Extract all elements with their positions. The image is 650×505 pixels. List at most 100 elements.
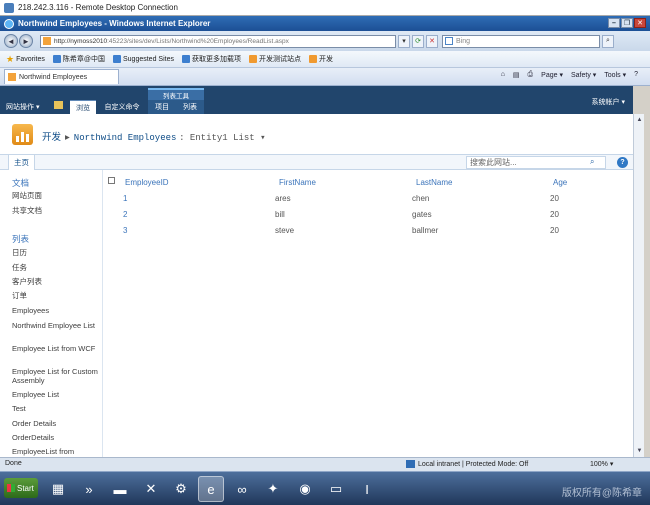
address-input[interactable]: http://nymoss2010:45223/sites/dev/Lists/… <box>40 34 396 48</box>
settings-icon[interactable]: ⚙ <box>168 476 194 502</box>
ql-item[interactable]: Employees <box>12 306 100 316</box>
close-button[interactable]: ✕ <box>634 18 646 28</box>
tab-items[interactable]: 项目 <box>150 100 174 114</box>
ql-item[interactable]: EmployeeList from <box>12 447 100 457</box>
stop-icon[interactable]: ✕ <box>426 34 438 48</box>
table-cell: ballmer <box>412 226 439 235</box>
column-header-age[interactable]: Age <box>553 178 567 187</box>
bing-icon <box>445 37 453 45</box>
ql-item[interactable]: 客户列表 <box>12 277 100 287</box>
visual-studio-icon[interactable]: ∞ <box>229 476 255 502</box>
ql-item[interactable]: Employee List for Custom Assembly <box>12 367 100 385</box>
forward-button[interactable]: ► <box>19 34 33 48</box>
page-favicon-icon <box>43 37 51 45</box>
breadcrumb-list[interactable]: Northwind Employees <box>74 133 177 143</box>
infopath-icon[interactable]: I <box>354 476 380 502</box>
tools-icon[interactable]: ✕ <box>138 476 164 502</box>
scroll-up-icon[interactable]: ▲ <box>635 115 644 124</box>
table-cell: 20 <box>550 194 559 203</box>
zoom-level[interactable]: 100% ▾ <box>590 460 613 468</box>
site-actions-menu[interactable]: 网站操作 ▾ <box>6 102 39 112</box>
ql-item[interactable]: Northwind Employee List <box>12 321 100 331</box>
rdp-icon <box>4 2 14 13</box>
powershell-icon[interactable]: » <box>76 476 102 502</box>
cmd-icon[interactable]: ▭ <box>323 476 349 502</box>
star-icon: ★ <box>6 53 15 64</box>
favorites-item-4[interactable]: 开发测试站点 <box>248 54 301 64</box>
favorites-item-label: 获取更多加载项 <box>191 56 241 63</box>
ie-logo-icon <box>4 18 14 29</box>
refresh-icon[interactable]: ⟳ <box>412 34 424 48</box>
network-icon[interactable]: ◉ <box>292 476 318 502</box>
account-menu[interactable]: 系统帐户 ▾ <box>592 97 625 107</box>
ql-item[interactable]: 订单 <box>12 291 100 301</box>
status-text: Done <box>5 460 22 467</box>
ql-item[interactable]: Order Details <box>12 419 100 429</box>
help-button[interactable]: ? <box>617 157 628 168</box>
ql-item[interactable]: OrderDetails <box>12 433 100 443</box>
maximize-button[interactable]: ❐ <box>621 18 633 28</box>
address-dropdown-icon[interactable]: ▾ <box>398 34 410 48</box>
sharepoint-designer-icon[interactable]: ✦ <box>260 476 286 502</box>
home-icon[interactable]: ⌂ <box>501 71 505 79</box>
table-cell: steve <box>275 226 295 235</box>
breadcrumb-view[interactable]: : Entity1 List ▾ <box>179 133 265 143</box>
scroll-down-icon[interactable]: ▼ <box>635 446 644 455</box>
taskbar: Start ▦ » ▬ ✕ ⚙ e ∞ ✦ ◉ ▭ I 版权所有@陈希章 <box>0 471 650 505</box>
search-go-icon[interactable]: ⌕ <box>602 34 614 48</box>
page-menu[interactable]: Page ▾ <box>541 71 563 79</box>
link-icon <box>52 55 61 63</box>
sharepoint-icon <box>248 55 257 63</box>
tab-list[interactable]: 列表 <box>178 100 202 114</box>
ql-heading-documents[interactable]: 文档 <box>12 177 29 189</box>
ql-item[interactable]: 网站页面 <box>12 191 100 201</box>
safety-menu[interactable]: Safety ▾ <box>571 71 596 79</box>
ql-heading-lists[interactable]: 列表 <box>12 233 29 245</box>
favorites-button[interactable]: ★ Favorites <box>6 54 45 65</box>
favorites-item-3[interactable]: 获取更多加载项 <box>181 54 241 64</box>
top-nav-home[interactable]: 主页 <box>8 155 35 170</box>
main-content: 文档 网站页面 共享文档 列表 日历 任务 客户列表 订单 Employees … <box>0 170 633 457</box>
start-button[interactable]: Start <box>4 478 38 498</box>
ie-taskbar-icon[interactable]: e <box>198 476 224 502</box>
explorer-icon[interactable]: ▬ <box>107 476 133 502</box>
tab-custom-commands[interactable]: 自定义命令 <box>100 100 144 114</box>
url-host: http://nymoss2010 <box>54 37 108 45</box>
ql-item[interactable]: Test <box>12 404 100 414</box>
minimize-button[interactable]: – <box>608 18 620 28</box>
help-icon[interactable]: ? <box>634 71 638 79</box>
ql-item[interactable]: 日历 <box>12 248 100 258</box>
column-header-employeeid[interactable]: EmployeeID <box>125 178 169 187</box>
ql-item[interactable]: Employee List <box>12 390 100 400</box>
breadcrumb-site[interactable]: 开发 <box>42 132 61 143</box>
table-cell: gates <box>412 210 432 219</box>
table-cell-id[interactable]: 3 <box>123 226 127 235</box>
tools-menu[interactable]: Tools ▾ <box>604 71 626 79</box>
table-cell: chen <box>412 194 430 203</box>
start-label: Start <box>17 483 34 493</box>
browser-tab[interactable]: Northwind Employees <box>4 69 119 84</box>
server-manager-icon[interactable]: ▦ <box>45 476 71 502</box>
ql-item[interactable]: 任务 <box>12 263 100 273</box>
ie-icon <box>181 55 190 63</box>
favorites-item-5[interactable]: 开发 <box>308 54 333 64</box>
bing-search-input[interactable]: Bing <box>442 34 600 48</box>
select-all-checkbox[interactable] <box>108 177 115 184</box>
watermark-text: 版权所有@陈希章 <box>561 488 642 499</box>
column-header-lastname[interactable]: LastName <box>416 178 452 187</box>
column-header-firstname[interactable]: FirstName <box>279 178 316 187</box>
favorites-item-2[interactable]: Suggested Sites <box>112 55 174 63</box>
search-icon[interactable]: ⌕ <box>590 157 594 167</box>
table-cell-id[interactable]: 1 <box>123 194 127 203</box>
ql-item[interactable]: 共享文档 <box>12 206 100 216</box>
back-button[interactable]: ◄ <box>4 34 18 48</box>
navigate-up-icon[interactable] <box>54 101 63 109</box>
feeds-icon[interactable]: ▤ <box>513 71 520 79</box>
table-cell-id[interactable]: 2 <box>123 210 127 219</box>
vertical-scrollbar[interactable]: ▲ ▼ <box>633 114 644 457</box>
ql-item[interactable]: Employee List from WCF <box>12 344 100 354</box>
site-search-input[interactable]: 搜索此网站... <box>466 156 606 169</box>
tab-browse[interactable]: 浏览 <box>70 100 96 114</box>
favorites-item-1[interactable]: 陈希章@中国 <box>52 54 105 64</box>
print-icon[interactable]: ⎙ <box>528 71 534 79</box>
